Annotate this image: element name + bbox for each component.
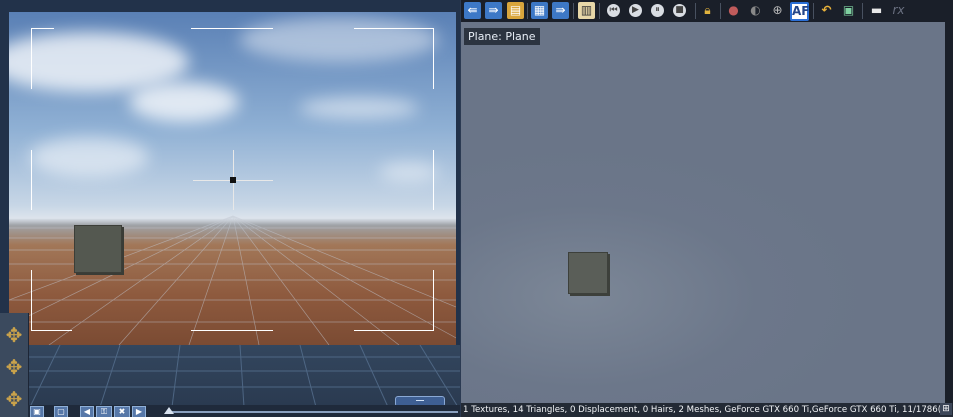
camera-nav-panel: ✥ ✥ ✥ bbox=[0, 313, 29, 417]
window-icon[interactable]: ▢ bbox=[54, 406, 68, 417]
camera-icon[interactable]: ▬ bbox=[868, 2, 885, 19]
timeline-slider-thumb[interactable] bbox=[164, 407, 174, 414]
save-icon[interactable]: ▦ bbox=[531, 2, 548, 19]
pause-icon[interactable]: ⏸ bbox=[651, 4, 664, 17]
render-toolbar: ⇚ ⇛ ▤ ▦ ⇛ ▥ ⏮ ▶ ⏸ ■ 🔒︎ ● ◐ ⊕ AF ↶ ▣ ▬ rx bbox=[461, 0, 953, 22]
resize-grip-icon[interactable]: ⊞ bbox=[940, 403, 952, 415]
timeline-slider[interactable] bbox=[168, 411, 458, 413]
rotate-arrows-icon[interactable]: ✥ bbox=[2, 355, 26, 379]
move-arrows-icon[interactable]: ✥ bbox=[2, 323, 26, 347]
undo-icon[interactable]: ↶ bbox=[818, 2, 835, 19]
status-bar: 1 Textures, 14 Triangles, 0 Displacement… bbox=[461, 403, 953, 417]
render-viewport-panel: ⇚ ⇛ ▤ ▦ ⇛ ▥ ⏮ ▶ ⏸ ■ 🔒︎ ● ◐ ⊕ AF ↶ ▣ ▬ rx… bbox=[461, 0, 953, 417]
render-sphere-icon[interactable]: ◐ bbox=[747, 2, 764, 19]
folder-icon[interactable]: ▤ bbox=[507, 2, 524, 19]
key-icon[interactable]: ⚿ bbox=[96, 406, 112, 417]
cube-object[interactable] bbox=[568, 252, 608, 294]
lock-icon[interactable]: 🔒︎ bbox=[699, 2, 716, 19]
next-icon[interactable]: ▶ bbox=[132, 406, 146, 417]
left-viewport[interactable]: ✥ ✥ ✥ ▣ ▢ ◀ ⚿ ✖ ▶ bbox=[0, 0, 460, 417]
scene-in-icon[interactable]: ⇚ bbox=[464, 2, 481, 19]
object-label: Plane: Plane bbox=[464, 28, 540, 45]
autofocus-icon[interactable]: AF bbox=[790, 2, 809, 21]
frame-icon[interactable]: ▣ bbox=[30, 406, 44, 417]
backdrop-photo bbox=[9, 12, 456, 345]
rx-icon[interactable]: rx bbox=[890, 2, 907, 19]
prev-icon[interactable]: ◀ bbox=[80, 406, 94, 417]
viewport-scrollbar[interactable] bbox=[945, 22, 953, 403]
image-icon[interactable]: ▣ bbox=[840, 2, 857, 19]
ground-grid bbox=[0, 345, 460, 407]
export-icon[interactable]: ⇛ bbox=[552, 2, 569, 19]
scene-out-icon[interactable]: ⇛ bbox=[485, 2, 502, 19]
skip-back-icon[interactable]: ⏮ bbox=[607, 4, 620, 17]
pan-arrows-icon[interactable]: ✥ bbox=[2, 387, 26, 411]
frame-guide bbox=[31, 28, 54, 89]
crosshair-center bbox=[230, 177, 236, 183]
trash-icon[interactable]: ✖ bbox=[114, 406, 130, 417]
cube-object[interactable] bbox=[74, 225, 122, 273]
book-icon[interactable]: ▥ bbox=[578, 2, 595, 19]
play-icon[interactable]: ▶ bbox=[629, 4, 642, 17]
color-icon[interactable]: ● bbox=[725, 2, 742, 19]
stop-icon[interactable]: ■ bbox=[673, 4, 686, 17]
target-icon[interactable]: ⊕ bbox=[769, 2, 786, 19]
bottom-bar: ▣ ▢ ◀ ⚿ ✖ ▶ bbox=[28, 405, 460, 417]
render-viewport[interactable]: Plane: Plane bbox=[461, 22, 945, 403]
